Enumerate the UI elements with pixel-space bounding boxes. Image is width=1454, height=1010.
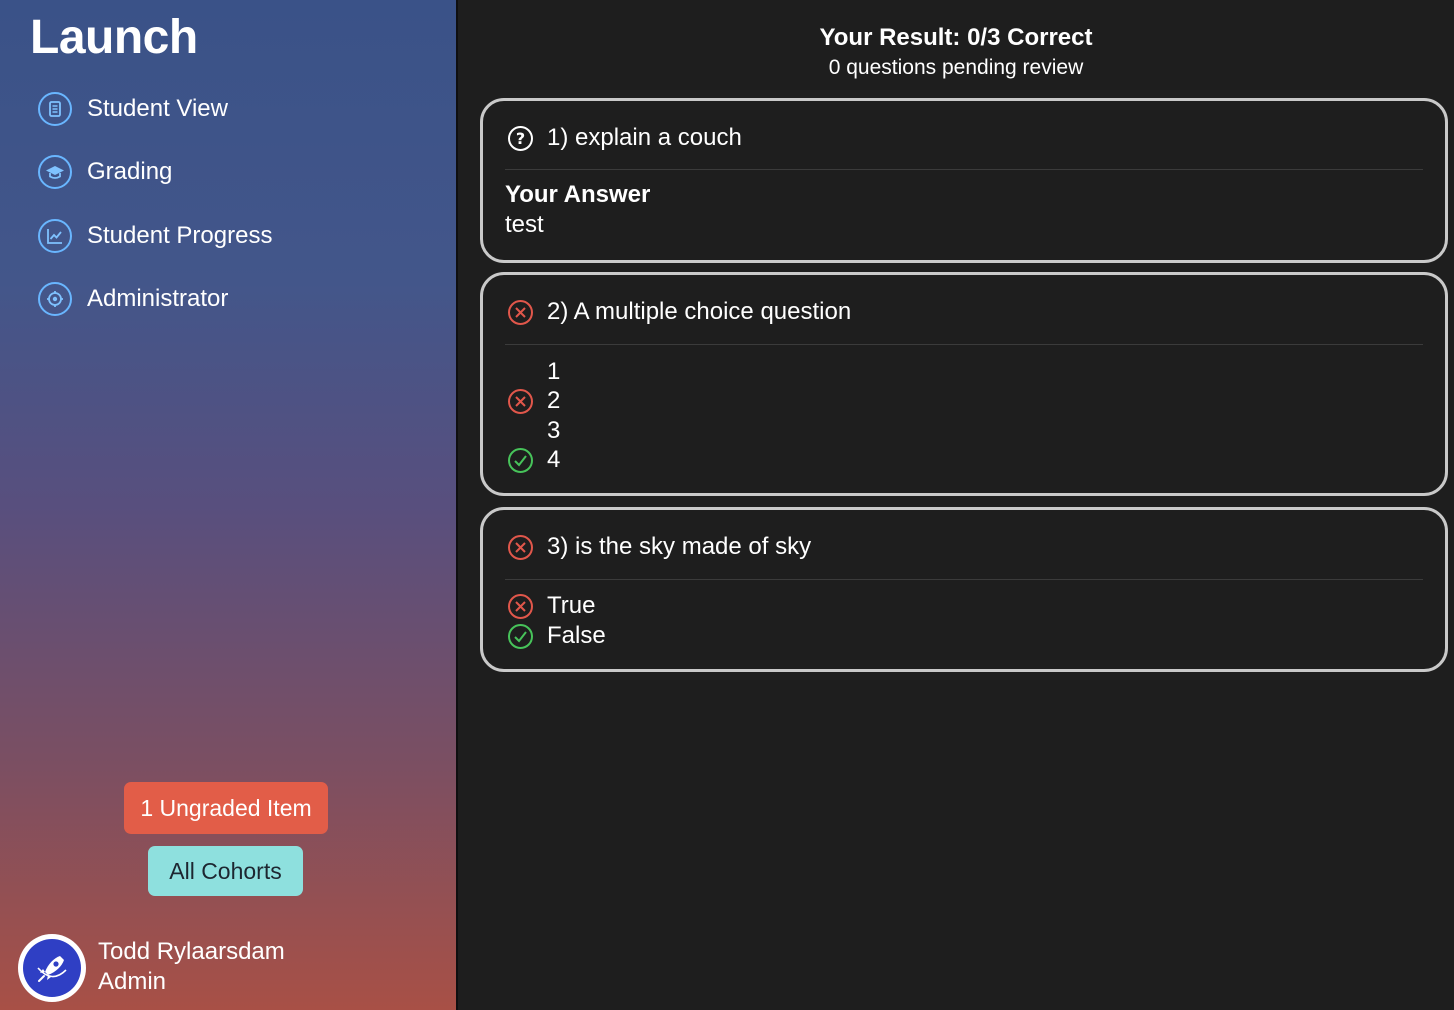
sidebar-item-administrator[interactable]: Administrator: [38, 279, 228, 319]
result-title: Your Result: 0/3 Correct: [819, 24, 1093, 51]
gear-icon: [38, 282, 72, 316]
avatar[interactable]: [18, 934, 86, 1002]
panel-divider: [456, 0, 458, 1010]
check-circle-icon: [507, 623, 534, 650]
all-cohorts-button[interactable]: All Cohorts: [148, 846, 303, 896]
option-row: 1: [507, 358, 560, 386]
question-header: 3) is the sky made of sky: [507, 532, 811, 562]
option-row: 4: [507, 446, 560, 474]
sidebar-item-label: Grading: [87, 158, 173, 185]
option-label: 2: [547, 387, 561, 414]
question-mark-icon: ?: [507, 125, 534, 152]
option-row: True: [507, 592, 595, 620]
option-label: False: [547, 622, 606, 649]
divider: [505, 344, 1423, 345]
user-name: Todd Rylaarsdam: [98, 938, 285, 965]
sidebar: Launch Student View Grading Student Prog…: [0, 0, 456, 1010]
rocket-icon: [23, 939, 81, 997]
option-label: 3: [547, 417, 561, 444]
x-circle-icon: [507, 299, 534, 326]
question-header: ? 1) explain a couch: [507, 123, 742, 153]
x-circle-icon: [507, 388, 534, 415]
divider: [505, 169, 1423, 170]
option-row: 3: [507, 417, 560, 445]
option-row: False: [507, 622, 606, 650]
option-label: 4: [547, 446, 561, 473]
question-card: ? 1) explain a couch Your Answer test: [480, 98, 1448, 263]
sidebar-item-label: Administrator: [87, 285, 229, 312]
question-card: 2) A multiple choice question 1 2 3 4: [480, 272, 1448, 496]
divider: [505, 579, 1423, 580]
user-role: Admin: [98, 968, 167, 995]
question-text: 2) A multiple choice question: [547, 298, 852, 325]
answer-label: Your Answer: [505, 181, 651, 208]
ungraded-items-button[interactable]: 1 Ungraded Item: [124, 782, 328, 834]
check-circle-icon: [507, 447, 534, 474]
document-icon: [38, 92, 72, 126]
question-header: 2) A multiple choice question: [507, 297, 851, 327]
sidebar-item-label: Student Progress: [87, 222, 273, 249]
x-circle-icon: [507, 593, 534, 620]
sidebar-item-student-view[interactable]: Student View: [38, 89, 228, 129]
sidebar-item-student-progress[interactable]: Student Progress: [38, 216, 272, 256]
x-circle-icon: [507, 534, 534, 561]
question-card: 3) is the sky made of sky True False: [480, 507, 1448, 672]
question-text: 1) explain a couch: [547, 124, 742, 151]
sidebar-item-label: Student View: [87, 95, 228, 122]
answer-text: test: [505, 211, 544, 238]
svg-text:?: ?: [516, 129, 525, 148]
option-label: 1: [547, 358, 561, 385]
option-row: 2: [507, 387, 560, 415]
graduation-cap-icon: [38, 155, 72, 189]
chart-icon: [38, 219, 72, 253]
sidebar-item-grading[interactable]: Grading: [38, 152, 172, 192]
question-text: 3) is the sky made of sky: [547, 533, 812, 560]
app-title: Launch: [30, 11, 198, 64]
option-label: True: [547, 592, 596, 619]
pending-review-text: 0 questions pending review: [828, 56, 1084, 79]
